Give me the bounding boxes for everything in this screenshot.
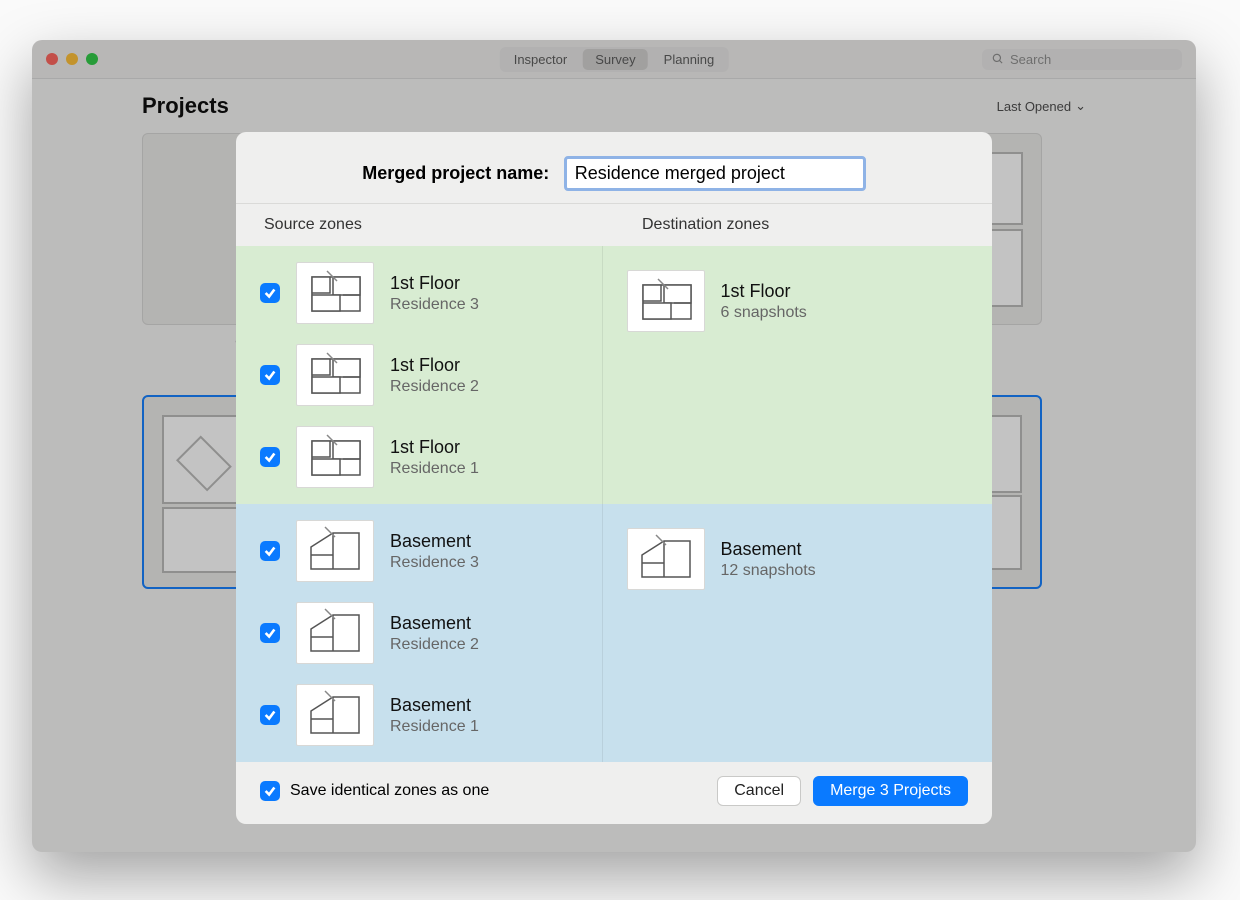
zone-checkbox[interactable]: [260, 705, 280, 725]
floorplan-thumbnail-icon: [296, 426, 374, 488]
zone-name: 1st Floor: [390, 437, 479, 458]
zone-snapshots: 12 snapshots: [721, 562, 816, 580]
zone-project: Residence 3: [390, 296, 479, 314]
merged-name-label: Merged project name:: [362, 163, 549, 183]
source-zone-row[interactable]: Basement Residence 1: [236, 674, 602, 756]
source-zone-row[interactable]: 1st Floor Residence 2: [236, 334, 602, 416]
source-zone-row[interactable]: Basement Residence 3: [236, 510, 602, 592]
zone-group: BasementResidence 3BasementResidence 2Ba…: [236, 504, 992, 762]
zone-name: Basement: [721, 539, 816, 560]
destination-zone-row: 1st Floor 6 snapshots: [627, 260, 993, 342]
source-zone-row[interactable]: Basement Residence 2: [236, 592, 602, 674]
zone-project: Residence 2: [390, 378, 479, 396]
zone-name: Basement: [390, 695, 479, 716]
zone-project: Residence 1: [390, 460, 479, 478]
merge-projects-modal: Merged project name: Source zones Destin…: [236, 132, 992, 824]
floorplan-thumbnail-icon: [296, 602, 374, 664]
zone-name: 1st Floor: [390, 355, 479, 376]
destination-zone-row: Basement 12 snapshots: [627, 518, 993, 600]
save-identical-label: Save identical zones as one: [290, 782, 489, 800]
merged-name-input[interactable]: [564, 156, 866, 191]
zone-name: 1st Floor: [390, 273, 479, 294]
floorplan-thumbnail-icon: [296, 262, 374, 324]
zone-group: 1st Floor Residence 3 1st Floor Residence 2…: [236, 246, 992, 504]
zone-snapshots: 6 snapshots: [721, 304, 807, 322]
floorplan-thumbnail-icon: [296, 344, 374, 406]
zone-checkbox[interactable]: [260, 283, 280, 303]
zone-name: 1st Floor: [721, 281, 807, 302]
source-zone-row[interactable]: 1st Floor Residence 3: [236, 252, 602, 334]
floorplan-thumbnail-icon: [296, 684, 374, 746]
source-zones-header: Source zones: [236, 204, 614, 246]
zone-project: Residence 3: [390, 554, 479, 572]
destination-zones-header: Destination zones: [614, 204, 992, 246]
zone-checkbox[interactable]: [260, 365, 280, 385]
floorplan-thumbnail-icon: [627, 270, 705, 332]
zone-project: Residence 2: [390, 636, 479, 654]
source-zone-row[interactable]: 1st Floor Residence 1: [236, 416, 602, 498]
merge-button[interactable]: Merge 3 Projects: [813, 776, 968, 806]
app-window: Inspector Survey Planning Search Project…: [32, 40, 1196, 852]
zone-name: Basement: [390, 613, 479, 634]
zone-checkbox[interactable]: [260, 623, 280, 643]
zone-checkbox[interactable]: [260, 541, 280, 561]
floorplan-thumbnail-icon: [627, 528, 705, 590]
floorplan-thumbnail-icon: [296, 520, 374, 582]
zone-name: Basement: [390, 531, 479, 552]
zone-project: Residence 1: [390, 718, 479, 736]
save-identical-checkbox[interactable]: [260, 781, 280, 801]
zone-checkbox[interactable]: [260, 447, 280, 467]
cancel-button[interactable]: Cancel: [717, 776, 801, 806]
